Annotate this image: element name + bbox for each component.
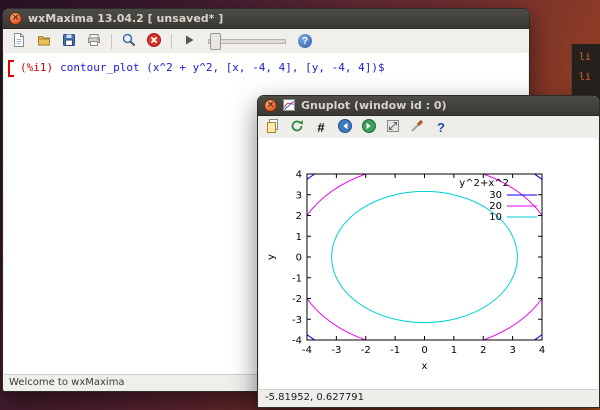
save-button[interactable]: [58, 31, 80, 51]
y-tick-label: 3: [296, 190, 302, 201]
zoom-next-icon: [361, 118, 377, 137]
wxmaxima-titlebar[interactable]: × wxMaxima 13.04.2 [ unsaved* ]: [3, 9, 529, 29]
legend-entry-label: 10: [489, 212, 502, 223]
close-button[interactable]: ×: [264, 99, 277, 112]
legend-entry-label: 20: [489, 201, 502, 212]
y-tick-label: 4: [296, 170, 302, 181]
gnuplot-window: × Gnuplot (window id : 0) #: [257, 95, 600, 408]
cell-bracket[interactable]: [8, 60, 14, 77]
y-tick-label: 0: [296, 253, 302, 264]
settings-button[interactable]: [407, 118, 427, 137]
plot-border: [307, 174, 542, 340]
x-tick-label: 1: [451, 345, 457, 356]
new-document-button[interactable]: [8, 31, 30, 51]
help-icon: ?: [298, 34, 312, 48]
x-axis-label: x: [422, 361, 428, 372]
save-floppy-icon: [61, 32, 77, 51]
gnuplot-toolbar: # ?: [258, 116, 599, 139]
zoom-next-button[interactable]: [359, 118, 379, 137]
refresh-icon: [289, 118, 305, 137]
x-tick-label: -3: [331, 345, 341, 356]
background-app-text: li: [572, 52, 600, 63]
gnuplot-plot-area: -4 -3 -2 -1 0 1 2 3 4 -4 -3 -2 -1 0 1 2 3 4 x y y^2+x^230201…: [259, 138, 598, 390]
desktop: li li × wxMaxima 13.04.2 [ unsaved* ]: [0, 0, 600, 410]
y-tick-label: -3: [292, 315, 302, 326]
x-tick-label: -1: [390, 345, 400, 356]
input-line[interactable]: (%i1) contour_plot (x^2 + y^2, [x, -4, 4]…: [20, 61, 528, 74]
open-button[interactable]: [33, 31, 55, 51]
toggle-grid-button[interactable]: #: [311, 118, 331, 137]
gnuplot-statusbar: -5.81952, 0.627791: [259, 389, 598, 406]
gnuplot-help-button[interactable]: ?: [431, 118, 451, 137]
zoom-previous-button[interactable]: [335, 118, 355, 137]
y-tick-label: -4: [292, 336, 302, 347]
background-app-text: li: [572, 72, 600, 83]
input-cell: (%i1) contour_plot (x^2 + y^2, [x, -4, 4]…: [4, 53, 528, 74]
contour-plot-canvas[interactable]: -4 -3 -2 -1 0 1 2 3 4 -4 -3 -2 -1 0 1 2 3 4 x y y^2+x^230201…: [259, 138, 598, 390]
toolbar-separator: [171, 34, 172, 49]
y-tick-label: -2: [292, 294, 302, 305]
grid-icon: #: [317, 121, 324, 134]
new-document-icon: [11, 32, 27, 51]
y-tick-label: 2: [296, 211, 302, 222]
gnuplot-app-icon: [283, 96, 295, 115]
open-folder-icon: [36, 32, 52, 51]
zoom-previous-icon: [337, 118, 353, 137]
y-tick-label: -1: [292, 273, 302, 284]
x-tick-label: -4: [302, 345, 312, 356]
x-tick-label: 4: [539, 345, 545, 356]
gnuplot-titlebar[interactable]: × Gnuplot (window id : 0): [258, 96, 599, 116]
printer-icon: [86, 32, 102, 51]
wxmaxima-toolbar: ?: [3, 29, 529, 54]
autoscale-button[interactable]: [383, 118, 403, 137]
toolbar-separator: [111, 34, 112, 49]
x-tick-label: -2: [361, 345, 371, 356]
animation-slider[interactable]: [208, 33, 286, 49]
screwdriver-icon: [409, 118, 425, 137]
x-tick-label: 0: [421, 345, 427, 356]
y-axis-label: y: [266, 254, 277, 260]
copy-to-clipboard-button[interactable]: [263, 118, 283, 137]
y-tick-label: 1: [296, 232, 302, 243]
print-button[interactable]: [83, 31, 105, 51]
search-icon: [121, 32, 137, 51]
play-animation-button[interactable]: [178, 31, 200, 51]
close-button[interactable]: ×: [9, 12, 22, 25]
stop-icon: [146, 32, 162, 51]
wxmaxima-window-title: wxMaxima 13.04.2 [ unsaved* ]: [28, 12, 223, 25]
interrupt-button[interactable]: [143, 31, 165, 51]
play-icon: [181, 32, 197, 51]
gnuplot-window-title: Gnuplot (window id : 0): [301, 99, 447, 112]
replot-button[interactable]: [287, 118, 307, 137]
x-tick-label: 3: [509, 345, 515, 356]
input-prompt: (%i1): [20, 61, 53, 74]
input-code[interactable]: contour_plot (x^2 + y^2, [x, -4, 4], [y,…: [60, 61, 385, 74]
find-button[interactable]: [118, 31, 140, 51]
contour-level-20: [293, 164, 556, 350]
copy-icon: [265, 118, 281, 137]
legend-entry-label: 30: [489, 190, 502, 201]
autoscale-icon: [385, 118, 401, 137]
x-tick-label: 2: [480, 345, 486, 356]
slider-handle[interactable]: [210, 33, 221, 50]
legend-title: y^2+x^2: [459, 178, 509, 189]
help-button[interactable]: ?: [294, 31, 316, 51]
help-icon: ?: [437, 121, 445, 134]
